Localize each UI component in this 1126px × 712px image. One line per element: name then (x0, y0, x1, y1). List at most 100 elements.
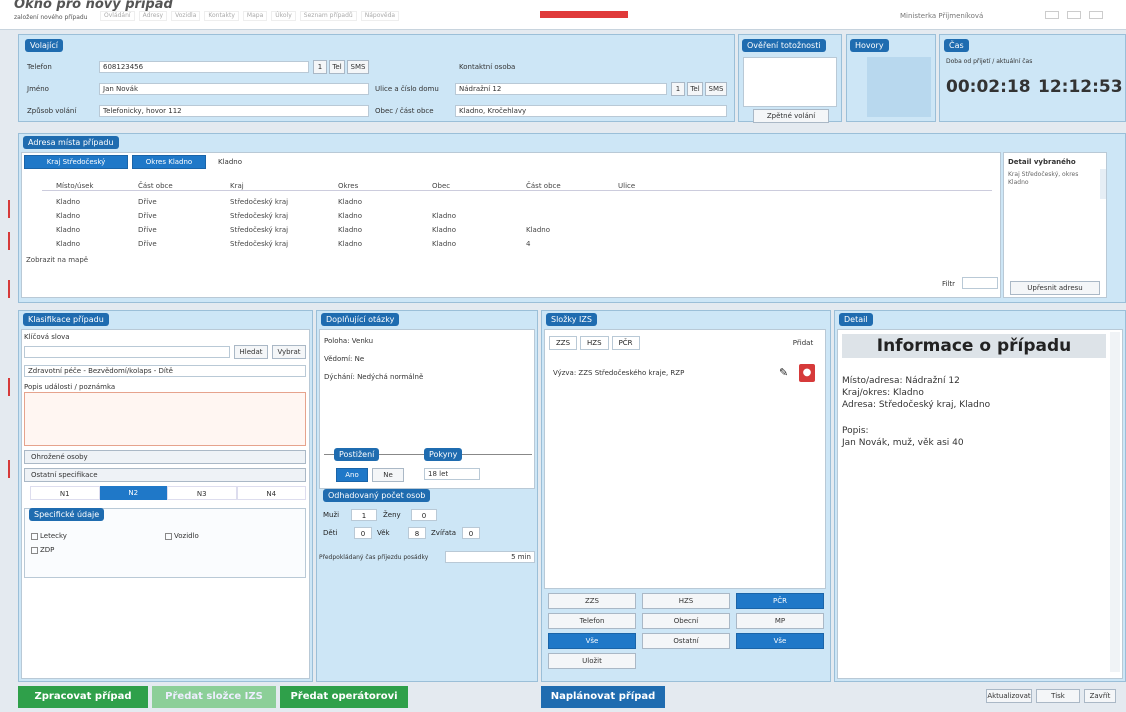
pridat-button[interactable]: Přidat (785, 336, 821, 350)
typ-label: Způsob volání (27, 107, 77, 115)
table-cell[interactable]: Kladno (56, 225, 80, 235)
pocet-value[interactable]: 0 (354, 527, 372, 539)
obec-input[interactable]: Kladno, Kročehlavy (455, 105, 727, 117)
detail-scroll[interactable] (1110, 332, 1120, 672)
urgency-segment[interactable]: N3 (167, 486, 237, 500)
slozka-tab[interactable]: ZZS (549, 336, 578, 350)
section-osoby[interactable]: Ohrožené osoby (24, 450, 306, 464)
tab-obec[interactable]: Kladno (210, 155, 250, 169)
telefon-input[interactable]: 608123456 (99, 61, 309, 73)
slozka-button[interactable]: HZS (642, 593, 730, 609)
urgency-segment[interactable]: N4 (236, 486, 306, 500)
close-icon[interactable] (1089, 11, 1103, 19)
tisk-button[interactable]: Tisk (1036, 689, 1080, 703)
cas-header: Čas (944, 39, 969, 52)
urgency-segment[interactable]: N2 (99, 486, 167, 500)
checkbox-icon[interactable] (165, 532, 172, 540)
hint-input[interactable] (24, 346, 230, 358)
tel-btn-2[interactable]: Tel (329, 60, 345, 74)
checkbox-icon[interactable] (31, 532, 38, 540)
popis-textarea[interactable] (24, 392, 306, 446)
slozka-button[interactable]: Vše (548, 633, 636, 649)
table-cell: Kladno (338, 212, 362, 220)
slozka-button[interactable]: Telefon (548, 613, 636, 629)
delete-icon[interactable]: ● (799, 364, 815, 382)
pocet-value[interactable]: 1 (351, 509, 377, 521)
dotaznik-panel: Doplňující otázky Poloha: Venku Vědomí: … (316, 310, 538, 682)
zpetne-volani-button[interactable]: Zpětné volání (753, 109, 829, 123)
tel-btn-1[interactable]: 1 (313, 60, 327, 74)
tab-kraj[interactable]: Kraj Středočeský (24, 155, 128, 169)
ano-button[interactable]: Ano (336, 468, 368, 482)
pocet-value[interactable]: 0 (462, 527, 480, 539)
nav-item[interactable]: Nápověda (360, 11, 400, 21)
slozka-tab[interactable]: PČR (611, 336, 640, 350)
predat-operatorovi-button[interactable]: Předat operátorovi (280, 686, 408, 708)
vybrat-button[interactable]: Vybrat (272, 345, 306, 359)
zpracovat-button[interactable]: Zpracovat případ (18, 686, 148, 708)
nav-item[interactable]: Mapa (242, 11, 268, 21)
prijezd-input[interactable]: 5 min (445, 551, 535, 563)
pocet-value[interactable]: 8 (408, 527, 426, 539)
pocet-label: Ženy (383, 511, 401, 519)
window-controls[interactable] (1045, 11, 1115, 20)
overeni-header: Ověření totožnosti (742, 39, 826, 52)
nav-item[interactable]: Vozidla (171, 11, 201, 21)
pocet-value[interactable]: 0 (411, 509, 437, 521)
aktualizovat-button[interactable]: Aktualizovat (986, 689, 1032, 703)
table-cell: Středočeský kraj (230, 212, 289, 220)
typ-input[interactable]: Telefonicky, hovor 112 (99, 105, 369, 117)
check-letecky[interactable]: Letecky (31, 531, 67, 541)
slozka-button[interactable]: MP (736, 613, 824, 629)
nav-item[interactable]: Kontakty (204, 11, 239, 21)
tel2-btn-2[interactable]: Tel (687, 82, 703, 96)
tel-btn-3[interactable]: SMS (347, 60, 369, 74)
ne-button[interactable]: Ne (372, 468, 404, 482)
side-scroll[interactable] (1100, 169, 1106, 199)
table-cell[interactable]: Kladno (56, 211, 80, 221)
slozky-header: Složky IZS (546, 313, 597, 326)
table-cell: Středočeský kraj (230, 198, 289, 206)
edit-icon[interactable]: ✎ (779, 367, 788, 378)
osoby-grid-1: Muži 1 Ženy 0 (323, 509, 529, 521)
section-specifikace[interactable]: Ostatní specifikace (24, 468, 306, 482)
maximize-icon[interactable] (1067, 11, 1081, 19)
table-cell[interactable]: Kladno (56, 197, 80, 207)
slozka-button[interactable]: PČR (736, 593, 824, 609)
nav-item[interactable]: Úkoly (271, 11, 296, 21)
check-vozidlo[interactable]: Vozidlo (165, 531, 199, 541)
zobrazit-na-mape-link[interactable]: Zobrazit na mapě (26, 255, 88, 265)
check-zdp[interactable]: ZDP (31, 545, 54, 555)
klasifikace-select[interactable]: Zdravotní péče - Bezvědomí/kolaps - Dítě (24, 365, 306, 377)
window-subtitle: založení nového případu (14, 14, 88, 21)
tel2-btn-3[interactable]: SMS (705, 82, 727, 96)
jmeno-input[interactable]: Jan Novák (99, 83, 369, 95)
predat-slozce-button[interactable]: Předat složce IZS (152, 686, 276, 708)
nav-item[interactable]: Adresy (138, 11, 168, 21)
stat-input[interactable]: Nádražní 12 (455, 83, 667, 95)
slozka-tab[interactable]: HZS (580, 336, 609, 350)
checkbox-icon[interactable] (31, 546, 38, 554)
tel2-btn-1[interactable]: 1 (671, 82, 685, 96)
hint-label: Klíčová slova (24, 333, 70, 341)
slozka-button[interactable]: Ostatní (642, 633, 730, 649)
zavrit-button[interactable]: Zavřít (1084, 689, 1116, 703)
table-cell[interactable]: Kladno (56, 239, 80, 249)
slozka-button[interactable]: Obecní (642, 613, 730, 629)
nav-item[interactable]: Seznam případů (299, 11, 357, 21)
tab-okres[interactable]: Okres Kladno (132, 155, 206, 169)
upresnit-button[interactable]: Upřesnit adresu (1010, 281, 1100, 295)
nav-item[interactable]: Ovládání (100, 11, 135, 21)
alert-indicator[interactable] (540, 11, 628, 18)
minimize-icon[interactable] (1045, 11, 1059, 19)
urgency-segment[interactable]: N1 (30, 486, 100, 500)
slozka-button[interactable]: Vše (736, 633, 824, 649)
detail-body: Informace o případu Místo/adresa: Nádraž… (837, 329, 1123, 679)
hledat-button[interactable]: Hledat (234, 345, 268, 359)
detail-line: Popis: (842, 426, 869, 436)
naplanovat-button[interactable]: Naplánovat případ (541, 686, 665, 708)
vek-input[interactable]: 18 let (424, 468, 480, 480)
filtr-input[interactable] (962, 277, 998, 289)
slozka-button[interactable]: ZZS (548, 593, 636, 609)
slozka-button[interactable]: Uložit (548, 653, 636, 669)
